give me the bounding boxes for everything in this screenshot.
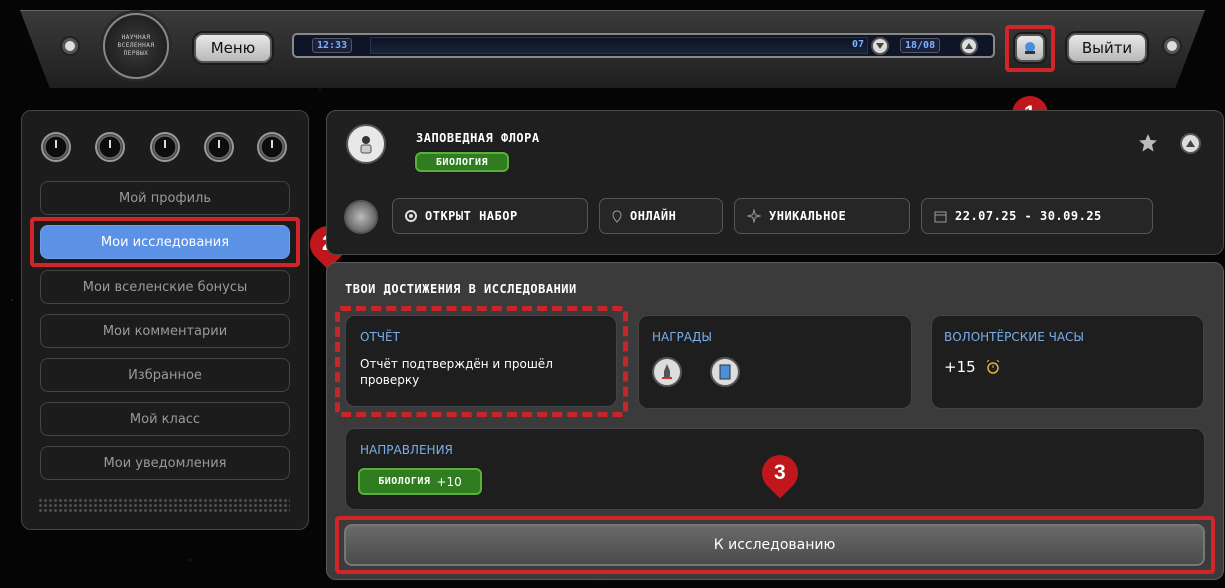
chevron-up-icon [1186, 140, 1195, 147]
status-chip: открыт набор [392, 198, 588, 234]
avatar-button[interactable] [1015, 34, 1045, 62]
sidebar-item-bonuses[interactable]: Мои вселенские бонусы [40, 270, 290, 304]
gauge-icon [257, 132, 287, 162]
app-logo[interactable]: НАУЧНАЯ ВСЕЛЕННАЯ ПЕРВЫХ [103, 13, 169, 79]
project-tag: биология [415, 152, 509, 172]
status-chip-label: открыт набор [425, 209, 518, 223]
volunteer-value: +15 [944, 358, 976, 376]
award-rocket-icon[interactable] [652, 357, 682, 387]
gauge-icon [95, 132, 125, 162]
gauge-icon [150, 132, 180, 162]
format-chip: онлайн [599, 198, 723, 234]
collapse-button[interactable] [1180, 133, 1201, 154]
logo-line-1: НАУЧНАЯ [121, 34, 151, 41]
sidebar-item-profile[interactable]: Мой профиль [40, 181, 290, 215]
chevron-down-icon [876, 43, 884, 49]
avatar-icon [1025, 42, 1035, 54]
uniqueness-chip-label: уникальное [769, 209, 847, 223]
direction-points: +10 [436, 474, 462, 489]
chevron-up-icon [965, 43, 973, 49]
ticker-up-button[interactable] [960, 37, 978, 55]
dates-chip-label: 22.07.25 - 30.09.25 [955, 209, 1102, 223]
sidebar-item-research[interactable]: Мои исследования [40, 225, 290, 259]
project-title: Заповедная флора [416, 131, 540, 145]
project-avatar [346, 124, 386, 164]
ticker-counter: 07 [852, 39, 865, 50]
sidebar-item-notifications[interactable]: Мои уведомления [40, 446, 290, 480]
sidebar-item-favorites[interactable]: Избранное [40, 358, 290, 392]
to-research-button[interactable]: К исследованию [344, 524, 1205, 566]
gauge-icon [204, 132, 234, 162]
directions-title: НАПРАВЛЕНИЯ [360, 443, 453, 457]
volunteer-title: ВОЛОНТЁРСКИЕ ЧАСЫ [944, 330, 1084, 344]
favorite-star-icon[interactable] [1138, 133, 1158, 157]
radio-dot-icon [405, 210, 417, 222]
location-pin-icon [612, 209, 622, 223]
left-knob-icon [62, 38, 78, 54]
logo-line-3: ПЕРВЫХ [123, 50, 149, 57]
gauge-icon [41, 132, 71, 162]
sparkle-icon [747, 209, 761, 223]
achievements-heading: твои достижения в исследовании [345, 282, 577, 296]
ticker-track [370, 37, 868, 54]
alarm-clock-icon [985, 359, 1001, 379]
right-knob-icon [1164, 38, 1180, 54]
ticker-date: 18/08 [900, 38, 941, 53]
globe-icon [344, 200, 378, 234]
format-chip-label: онлайн [630, 209, 677, 223]
uniqueness-chip: уникальное [734, 198, 910, 234]
logout-button[interactable]: Выйти [1067, 33, 1147, 63]
sidebar-item-comments[interactable]: Мои комментарии [40, 314, 290, 348]
scientist-icon [360, 136, 372, 154]
report-text: Отчёт подтверждён и прошёл проверку [360, 357, 553, 387]
awards-title: НАГРАДЫ [652, 330, 712, 344]
award-book-icon[interactable] [710, 357, 740, 387]
menu-button[interactable]: Меню [194, 33, 272, 63]
report-title: ОТЧЁТ [360, 330, 400, 344]
calendar-icon [934, 211, 947, 222]
logo-line-2: ВСЕЛЕННАЯ [117, 42, 155, 49]
ticker-down-button[interactable] [871, 37, 889, 55]
direction-tag-label: биология [378, 476, 431, 487]
sidebar-item-class[interactable]: Мой класс [40, 402, 290, 436]
ticker-time: 12:33 [312, 38, 353, 53]
sidebar-dot-pattern [38, 498, 290, 512]
direction-tag: биология +10 [358, 468, 482, 495]
dates-chip: 22.07.25 - 30.09.25 [921, 198, 1153, 234]
